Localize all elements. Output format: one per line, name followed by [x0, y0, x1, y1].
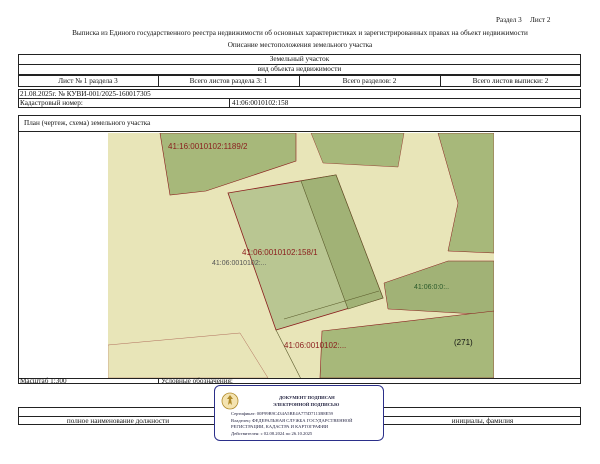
stamp-line1: ДОКУМЕНТ ПОДПИСАН — [279, 395, 335, 400]
label-main-parcel-sub: 41:06:0010102:... — [212, 260, 267, 267]
extract-date-number: 21.08.2025г. № КУВИ-001/2025-160017305 — [20, 90, 151, 98]
label-main-parcel: 41:06:0010102:158/1 — [242, 248, 318, 257]
meta-divider-v — [229, 98, 230, 108]
sheet-number: Лист № 1 раздела 3 — [58, 77, 118, 85]
stamp-owner: Владелец: ФЕДЕРАЛЬНАЯ СЛУЖБА ГОСУДАРСТВЕ… — [231, 418, 353, 423]
emblem-icon — [221, 392, 239, 410]
object-type-caption: вид объекта недвижимости — [257, 65, 342, 73]
cadastral-label: Кадастровый номер: — [20, 99, 83, 107]
total-section-sheets: Всего листов раздела 3: 1 — [189, 77, 268, 85]
plan-title-divider — [18, 131, 581, 132]
signature-caption: инициалы, фамилия — [451, 417, 514, 425]
stamp-validity: Действителен: с 02.08.2024 по 26.10.2025 — [231, 431, 313, 436]
label-right-parcel: 41:06:0:0:.. — [414, 284, 449, 291]
page-title: Выписка из Единого государственного реес… — [72, 29, 528, 37]
section-label: Раздел 3 — [496, 16, 522, 24]
label-top-parcel: 41:16:0010102:1189/2 — [168, 142, 248, 151]
plan-title: План (чертеж, схема) земельного участка — [24, 119, 151, 127]
footer-divider-v — [158, 378, 159, 384]
label-bottom-right: (271) — [454, 338, 473, 347]
object-type: Земельный участок — [269, 55, 330, 63]
position-caption: полное наименование должности — [66, 417, 170, 425]
total-extract-sheets: Всего листов выписки: 2 — [472, 77, 549, 85]
page-subtitle: Описание местоположения земельного участ… — [227, 41, 373, 49]
sheet-label: Лист 2 — [530, 16, 551, 24]
cadastral-map: 41:16:0010102:1189/2 41:06:0010102:158/1… — [108, 133, 494, 378]
stamp-line2: ЭЛЕКТРОННОЙ ПОДПИСЬЮ — [273, 402, 340, 407]
e-signature-stamp: ДОКУМЕНТ ПОДПИСАН ЭЛЕКТРОННОЙ ПОДПИСЬЮ С… — [214, 385, 384, 441]
stamp-owner-2: РЕГИСТРАЦИИ, КАДАСТРА И КАРТОГРАФИИ — [231, 424, 329, 429]
total-sections: Всего разделов: 2 — [342, 77, 397, 85]
footer-divider — [18, 378, 581, 379]
cadastral-number: 41:06:0010102:158 — [232, 99, 289, 107]
stamp-certificate: Сертификат: 00F99B9C434A5BE4A775D7113B8E… — [231, 411, 333, 416]
parcel-top-right — [310, 133, 405, 168]
label-bottom-parcel: 41:06:0010102:... — [284, 341, 346, 350]
scale-label: Масштаб 1:300 — [20, 377, 67, 385]
